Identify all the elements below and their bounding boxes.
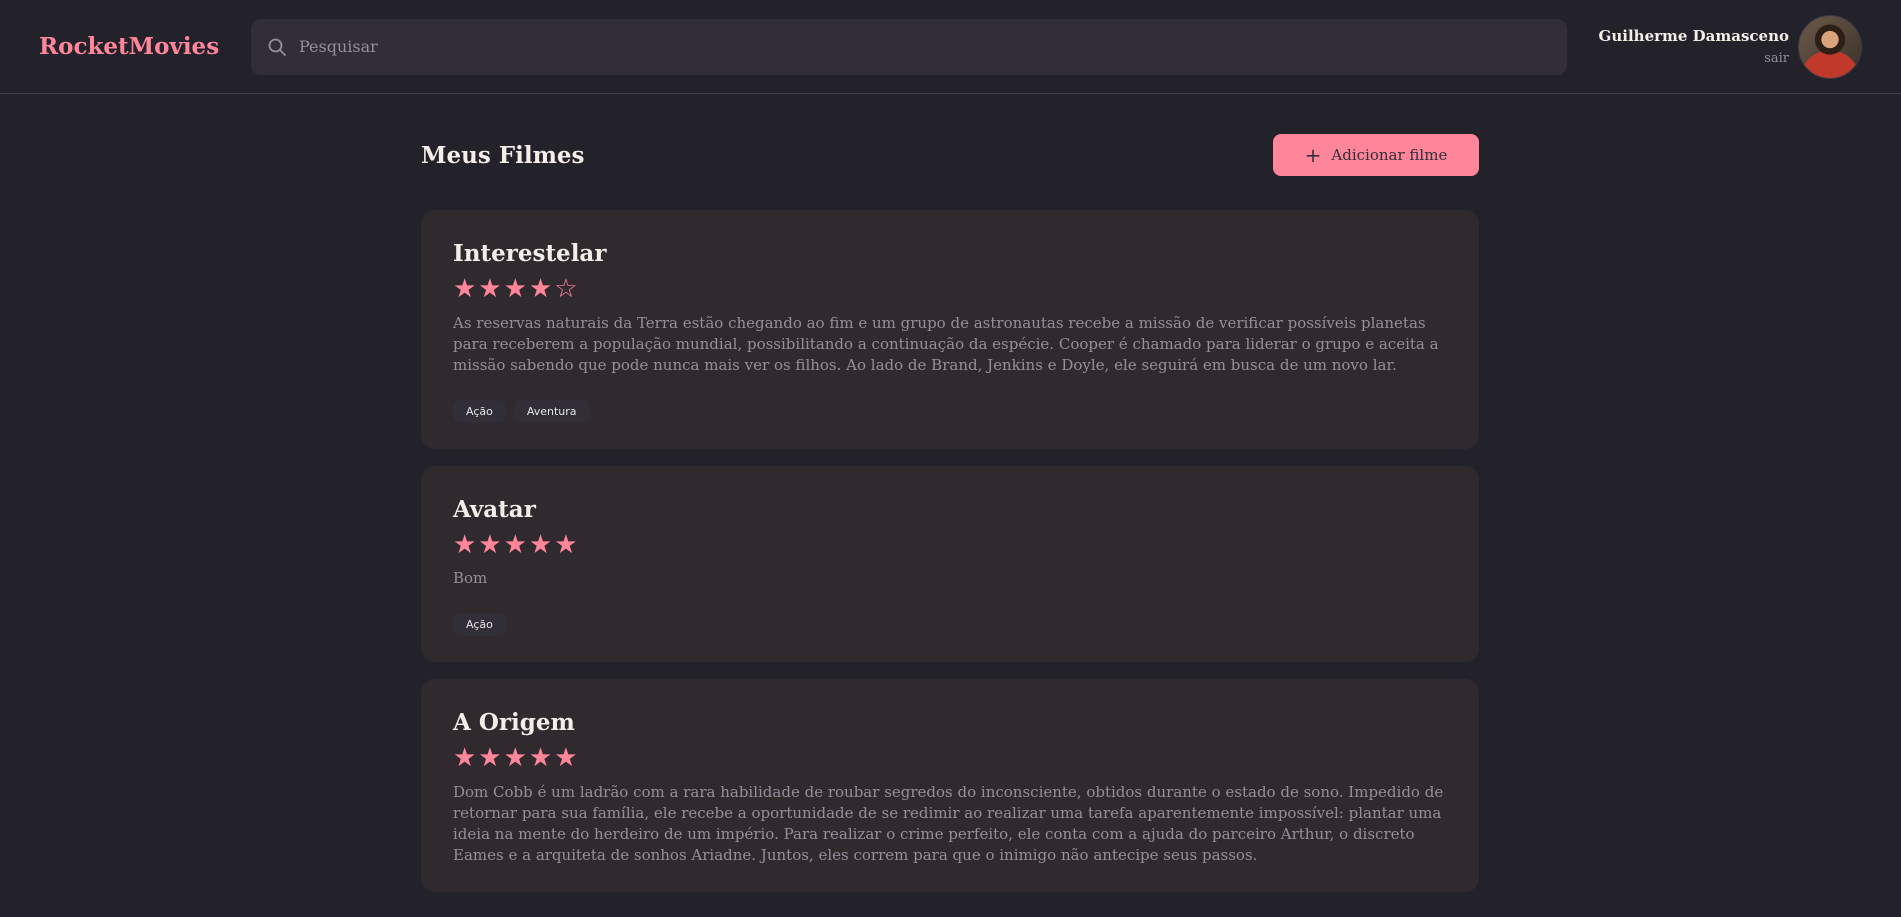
tag-list: Ação <box>453 613 1447 637</box>
movie-description: As reservas naturais da Terra estão cheg… <box>453 313 1439 374</box>
search-input[interactable] <box>299 18 1551 75</box>
app-header: RocketMovies Guilherme Damasceno sair <box>0 0 1901 94</box>
star-rating: ★★★★★ <box>453 743 580 774</box>
tag: Aventura <box>513 399 590 423</box>
movie-title: A Origem <box>453 709 575 737</box>
movie-list: Interestelar ★★★★☆ As reservas naturais … <box>421 210 1479 892</box>
tag-list: Ação Aventura <box>453 399 1447 423</box>
movie-title: Interestelar <box>453 240 607 267</box>
user-profile: Guilherme Damasceno sair <box>1599 14 1862 79</box>
tag: Ação <box>453 399 506 423</box>
search-bar[interactable] <box>251 18 1567 75</box>
avatar[interactable] <box>1798 14 1862 79</box>
user-name[interactable]: Guilherme Damasceno <box>1599 27 1789 45</box>
main-content: Meus Filmes + Adicionar filme Interestel… <box>421 94 1479 909</box>
star-rating: ★★★★☆ <box>453 274 580 304</box>
plus-icon: + <box>1304 143 1322 167</box>
star-rating: ★★★★★ <box>453 529 580 560</box>
movie-description: Bom <box>453 569 488 588</box>
tag: Ação <box>453 613 506 637</box>
page-title: Meus Filmes <box>421 141 585 169</box>
movie-description: Dom Cobb é um ladrão com a rara habilida… <box>453 782 1444 864</box>
movie-card[interactable]: Interestelar ★★★★☆ As reservas naturais … <box>421 210 1479 449</box>
movie-card[interactable]: Avatar ★★★★★ Bom Ação <box>421 465 1479 663</box>
content-header: Meus Filmes + Adicionar filme <box>421 134 1479 176</box>
add-movie-button[interactable]: + Adicionar filme <box>1273 134 1479 176</box>
brand-logo[interactable]: RocketMovies <box>39 33 251 60</box>
search-icon <box>268 38 286 56</box>
add-movie-label: Adicionar filme <box>1331 146 1448 164</box>
movie-card[interactable]: A Origem ★★★★★ Dom Cobb é um ladrão com … <box>421 679 1479 892</box>
logout-link[interactable]: sair <box>1599 51 1789 66</box>
movie-title: Avatar <box>453 495 536 523</box>
